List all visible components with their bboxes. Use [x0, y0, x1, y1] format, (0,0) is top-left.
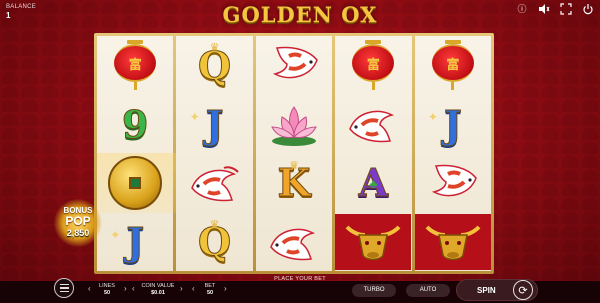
symbol-Q: ♛ Q — [198, 218, 232, 265]
balance-value: 1 — [6, 11, 11, 20]
menu-icon — [59, 283, 69, 286]
bonus-pop-badge: BONUS POP 2,850 — [54, 199, 102, 247]
symbol-Q: ♛ Q — [198, 42, 232, 88]
symbol-lantern: 富 — [418, 37, 488, 93]
symbol-coin — [97, 152, 180, 213]
symbol-J: ✦ J — [427, 101, 462, 147]
sound-icon[interactable] — [538, 3, 550, 15]
coin-value-value: $0.01 — [151, 289, 165, 296]
fullscreen-icon[interactable] — [560, 3, 572, 15]
symbol-koi — [259, 214, 329, 270]
reel-4: 富 A ♣ — [335, 36, 412, 271]
bet-label: BET — [204, 283, 216, 289]
symbol-lotus — [259, 96, 329, 152]
coin-value-label: COIN VALUE — [141, 283, 175, 289]
reel-1: 富 9 ✦ J — [97, 36, 180, 271]
symbol-koi — [180, 155, 250, 211]
balance-label: BALANCE — [6, 4, 37, 10]
bet-increase-icon[interactable]: › — [224, 284, 227, 293]
coin-value-increase-icon[interactable]: › — [180, 284, 183, 293]
coin-value-decrease-icon[interactable]: ‹ — [132, 284, 135, 293]
bonus-value: 2,850 — [66, 228, 90, 238]
spin-button[interactable]: SPIN ⟳ — [456, 279, 538, 301]
symbol-koi — [259, 37, 329, 93]
reel-3: ♛ K — [255, 36, 333, 271]
symbol-J: ✦ J — [189, 101, 224, 147]
bet-control: BET 50 — [200, 283, 220, 296]
bonus-label-line2: POP — [65, 214, 91, 228]
lines-control: LINES 50 — [96, 283, 118, 296]
bet-decrease-icon[interactable]: ‹ — [192, 284, 195, 293]
bet-value: 50 — [206, 289, 214, 296]
symbol-lantern: 富 — [100, 37, 170, 93]
turbo-button[interactable]: TURBO — [352, 284, 396, 297]
power-icon[interactable] — [582, 3, 594, 15]
symbol-ox — [414, 213, 491, 270]
lines-value: 50 — [103, 289, 111, 296]
lines-label: LINES — [99, 283, 115, 289]
info-icon[interactable]: ⓘ — [516, 3, 528, 15]
spin-label: SPIN — [477, 285, 496, 295]
reel-2: ♛ Q ✦ J ♛ Q — [176, 36, 253, 271]
reel-5: 富 ✦ J — [414, 36, 492, 271]
symbol-J: ✦ J — [110, 219, 145, 265]
coin-value-control: COIN VALUE $0.01 — [140, 283, 176, 296]
auto-button[interactable]: AUTO — [406, 284, 450, 297]
reels-frame: 富 9 ✦ J ♛ Q ✦ J ♛ Q ♛ K 富 A ♣ 富 ✦ J — [94, 33, 494, 274]
top-toolbar: ⓘ — [516, 3, 594, 15]
menu-button[interactable] — [54, 278, 74, 298]
game-logo: GOLDEN OX — [222, 2, 378, 27]
spin-icon: ⟳ — [513, 280, 533, 300]
lines-decrease-icon[interactable]: ‹ — [88, 284, 91, 293]
lines-increase-icon[interactable]: › — [124, 284, 127, 293]
symbol-lantern: 富 — [338, 37, 408, 93]
symbol-koi — [338, 96, 408, 152]
balance-display: BALANCE 1 — [6, 4, 36, 20]
symbol-ox — [335, 213, 412, 270]
symbol-K: ♛ K — [277, 159, 311, 206]
symbol-koi — [418, 155, 488, 211]
symbol-A: A ♣ — [358, 160, 389, 206]
symbol-9: 9 — [121, 101, 149, 147]
